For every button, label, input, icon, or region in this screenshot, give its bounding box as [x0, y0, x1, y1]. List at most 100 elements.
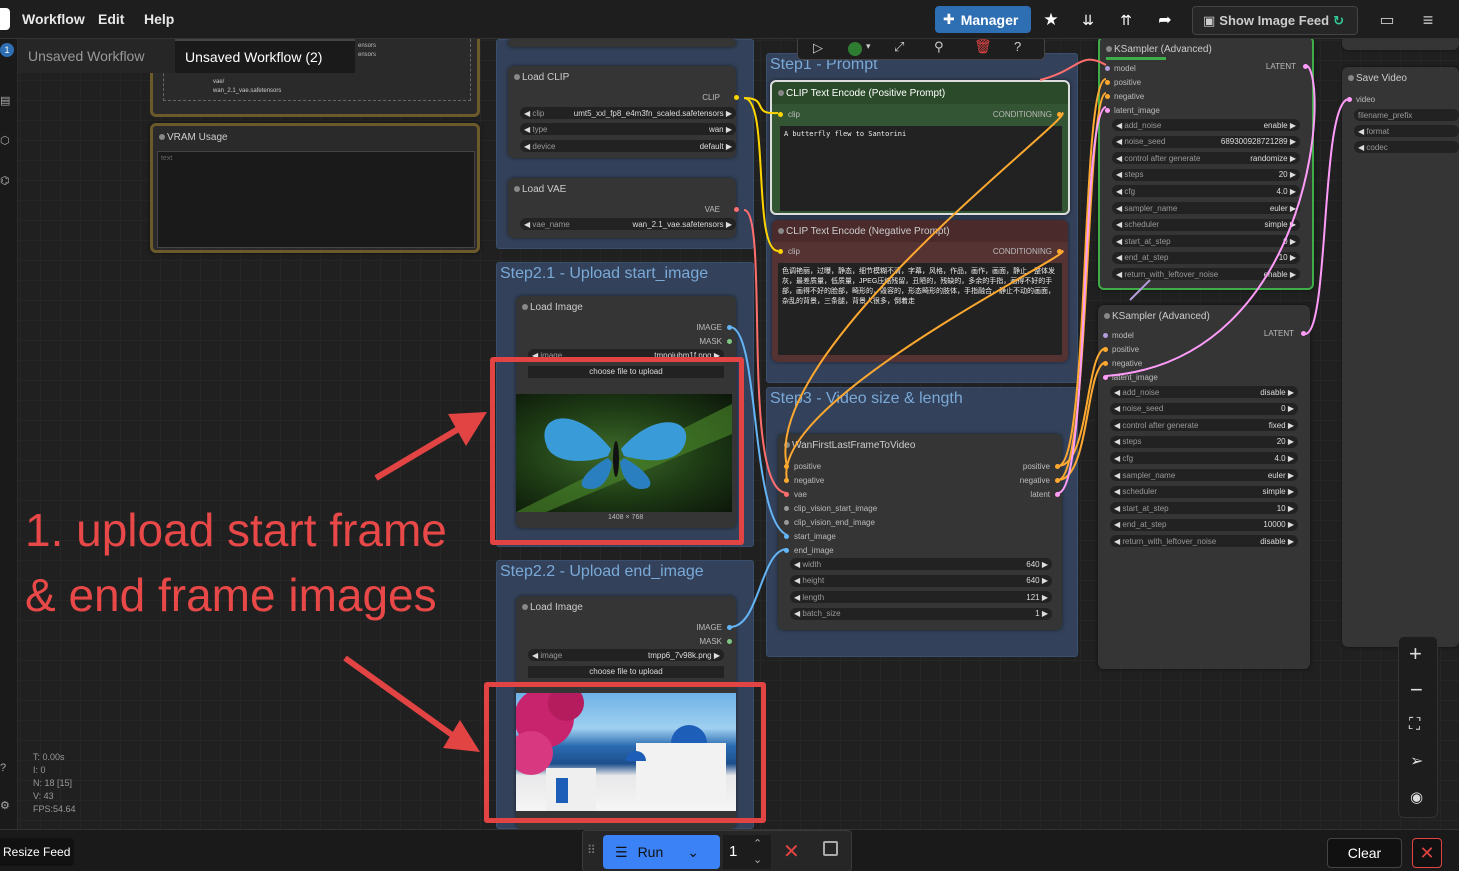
- menu-edit[interactable]: Edit: [98, 11, 124, 27]
- ksampler2-widget-steps[interactable]: steps 20: [1110, 435, 1298, 448]
- delete-icon[interactable]: 🗑: [974, 38, 992, 55]
- ksampler2-widget-end_at_step[interactable]: end_at_step 10000: [1110, 518, 1298, 531]
- close-feed-button[interactable]: ✕: [1412, 838, 1442, 868]
- wan-input-dot[interactable]: [784, 520, 789, 525]
- play-icon[interactable]: ▷: [813, 40, 823, 56]
- chevron-down-icon[interactable]: ⌄: [687, 844, 699, 861]
- ksampler2-widget-add_noise[interactable]: add_noise disable: [1110, 386, 1298, 398]
- select-mode-icon[interactable]: ➢: [1410, 751, 1423, 771]
- menu-workflow[interactable]: Workflow: [22, 11, 85, 27]
- cancel-run-icon[interactable]: ✕: [783, 839, 800, 864]
- manager-button[interactable]: ✚ Manager: [935, 6, 1031, 33]
- wan-first-last-frame-node[interactable]: WanFirstLastFrameToVideo positive negativ…: [778, 434, 1062, 630]
- ksampler1-widget-start_at_step[interactable]: start_at_step 0: [1112, 235, 1300, 248]
- wan-widget-height[interactable]: height 640: [790, 574, 1052, 587]
- wan-input-dot[interactable]: [784, 464, 789, 469]
- decrement-icon[interactable]: ⌄: [753, 843, 762, 871]
- ksampler2-widget-scheduler[interactable]: scheduler simple: [1110, 485, 1298, 498]
- model-download-icon[interactable]: ⇊: [1075, 7, 1101, 33]
- mask-output-dot[interactable]: [727, 639, 732, 644]
- clip-device-widget[interactable]: devicedefault: [520, 140, 736, 152]
- negative-prompt-node[interactable]: CLIP Text Encode (Negative Prompt) clip …: [772, 220, 1068, 362]
- ksampler1-widget-noise_seed[interactable]: noise_seed 689300928721289: [1112, 135, 1300, 148]
- ksampler1-widget-cfg[interactable]: cfg 4.0: [1112, 185, 1300, 198]
- video-input-dot[interactable]: [1347, 97, 1352, 102]
- wan-input-dot[interactable]: [784, 478, 789, 483]
- wan-input-dot[interactable]: [784, 506, 789, 511]
- wan-widget-length[interactable]: length 121: [790, 591, 1052, 603]
- mask-output-dot[interactable]: [727, 339, 732, 344]
- ksampler1-widget-return_with_leftover_noise[interactable]: return_with_leftover_noise enable: [1112, 268, 1300, 281]
- clip-type-widget[interactable]: typewan: [520, 123, 736, 135]
- image-output-dot[interactable]: [727, 325, 732, 330]
- run-button[interactable]: ☰ Run ⌄: [603, 835, 720, 869]
- ksampler2-input-dot[interactable]: [1103, 347, 1108, 352]
- positive-prompt-textarea[interactable]: A butterfly flew to Santorini: [780, 126, 1062, 211]
- negative-prompt-textarea[interactable]: 色调艳丽，过曝，静态，细节模糊不清，字幕，风格，作品，画作，画面，静止，整体发灰…: [778, 263, 1062, 355]
- clear-button[interactable]: Clear: [1327, 838, 1402, 868]
- codec-widget[interactable]: codec: [1354, 141, 1459, 153]
- tab-unsaved-workflow-2[interactable]: Unsaved Workflow (2): [175, 39, 355, 73]
- clip-input-dot[interactable]: [778, 112, 783, 117]
- ksampler2-widget-return_with_leftover_noise[interactable]: return_with_leftover_noise disable: [1110, 535, 1298, 548]
- ksampler2-widget-cfg[interactable]: cfg 4.0: [1110, 452, 1298, 465]
- wan-input-dot[interactable]: [784, 492, 789, 497]
- ksampler1-widget-sampler_name[interactable]: sampler_name euler: [1112, 202, 1300, 214]
- info-icon[interactable]: ?: [1014, 39, 1021, 54]
- ksampler1-input-dot[interactable]: [1105, 108, 1110, 113]
- zoom-in-icon[interactable]: +: [1409, 641, 1422, 667]
- clip-output-dot[interactable]: [734, 95, 739, 100]
- ksampler1-input-dot[interactable]: [1105, 80, 1110, 85]
- settings-icon[interactable]: ⚙: [0, 799, 10, 812]
- chevron-down-icon[interactable]: ▾: [866, 41, 871, 52]
- load-clip-node[interactable]: Load CLIP CLIP clipumt5_xxl_fp8_e4m3fn_s…: [508, 66, 739, 158]
- save-video-node[interactable]: Save Video video filename_prefix format …: [1342, 67, 1459, 647]
- node-library-icon[interactable]: ⬡: [0, 134, 10, 147]
- ksampler2-widget-noise_seed[interactable]: noise_seed 0: [1110, 402, 1298, 415]
- vae-output-dot[interactable]: [734, 207, 739, 212]
- pin-icon[interactable]: ⚲: [934, 39, 944, 55]
- color-picker-icon[interactable]: [848, 42, 862, 56]
- ksampler1-widget-end_at_step[interactable]: end_at_step 10: [1112, 251, 1300, 264]
- ksampler-advanced-1-node[interactable]: KSampler (Advanced) model positive negativ…: [1098, 36, 1314, 290]
- ksampler1-input-dot[interactable]: [1105, 94, 1110, 99]
- vram-text-area[interactable]: text: [157, 151, 475, 248]
- wan-output-dot[interactable]: [1055, 492, 1060, 497]
- model-manager-icon[interactable]: ⇈: [1113, 7, 1139, 33]
- show-image-feed-button[interactable]: ▣ Show Image Feed ↻: [1192, 6, 1358, 35]
- fit-view-icon[interactable]: ⛶: [1409, 716, 1420, 734]
- eye-icon[interactable]: ◉: [1410, 788, 1423, 806]
- ksampler1-output-dot[interactable]: [1303, 64, 1308, 69]
- stop-icon[interactable]: [823, 841, 838, 856]
- positive-prompt-node[interactable]: CLIP Text Encode (Positive Prompt) clip …: [770, 80, 1070, 215]
- zoom-out-icon[interactable]: −: [1410, 677, 1423, 703]
- vram-usage-node[interactable]: VRAM Usage text: [150, 123, 480, 253]
- bypass-icon[interactable]: ⤢: [894, 39, 904, 55]
- ksampler2-widget-control-after-generate[interactable]: control after generate fixed: [1110, 419, 1298, 432]
- share-icon[interactable]: ➦: [1152, 7, 1178, 33]
- wan-output-dot[interactable]: [1055, 464, 1060, 469]
- conditioning-output-dot[interactable]: [1057, 249, 1062, 254]
- ksampler2-input-dot[interactable]: [1103, 375, 1108, 380]
- ksampler1-widget-control-after-generate[interactable]: control after generate randomize: [1112, 152, 1300, 165]
- clip-name-widget[interactable]: clipumt5_xxl_fp8_e4m3fn_scaled.safetenso…: [520, 107, 736, 119]
- model-library-icon[interactable]: ⌬: [0, 174, 10, 187]
- image-select-widget[interactable]: imagetmpp6_7v98k.png: [528, 649, 724, 661]
- filename-prefix-widget[interactable]: filename_prefix: [1354, 109, 1459, 121]
- ksampler1-widget-steps[interactable]: steps 20: [1112, 168, 1300, 181]
- vae-name-widget[interactable]: vae_namewan_2.1_vae.safetensors: [520, 218, 736, 230]
- tab-unsaved-workflow[interactable]: Unsaved Workflow: [18, 39, 175, 73]
- ksampler2-widget-sampler_name[interactable]: sampler_name euler: [1110, 469, 1298, 481]
- ksampler1-widget-add_noise[interactable]: add_noise enable: [1112, 119, 1300, 131]
- wan-input-dot[interactable]: [784, 534, 789, 539]
- wan-output-dot[interactable]: [1055, 478, 1060, 483]
- ksampler1-input-dot[interactable]: [1105, 66, 1110, 71]
- clip-input-dot[interactable]: [778, 249, 783, 254]
- drag-handle-icon[interactable]: ⠿: [587, 843, 596, 857]
- conditioning-output-dot[interactable]: [1057, 112, 1062, 117]
- ksampler1-widget-scheduler[interactable]: scheduler simple: [1112, 218, 1300, 231]
- hamburger-menu-icon[interactable]: ≡: [1415, 7, 1441, 33]
- batch-count-input[interactable]: 1 ⌃ ⌄: [723, 835, 771, 869]
- load-vae-node[interactable]: Load VAE VAE vae_namewan_2.1_vae.safeten…: [508, 178, 739, 238]
- image-output-dot[interactable]: [727, 625, 732, 630]
